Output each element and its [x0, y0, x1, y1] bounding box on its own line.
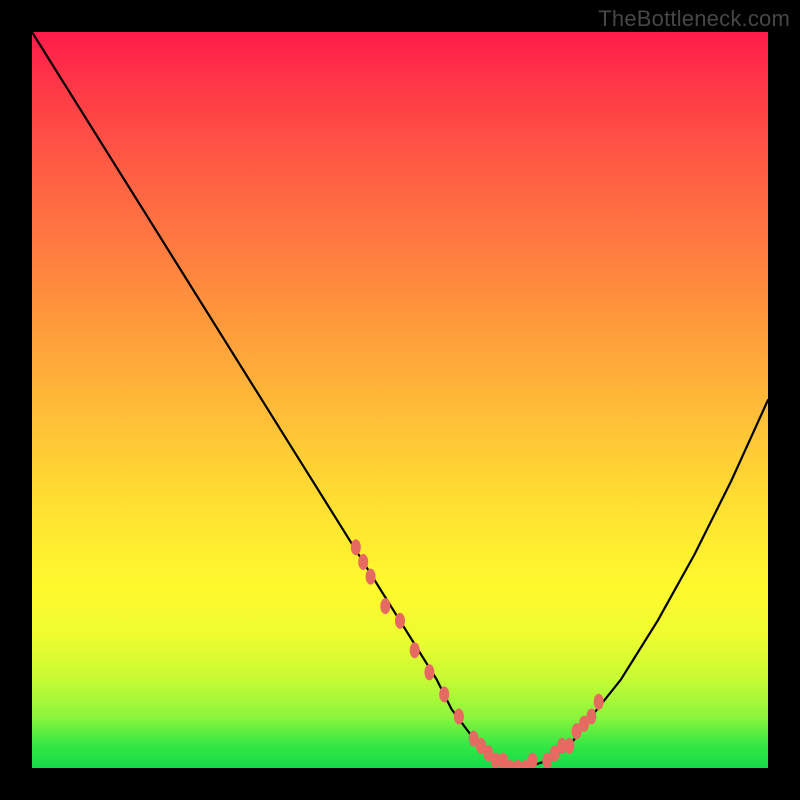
highlight-dots	[351, 539, 604, 768]
curve-svg	[32, 32, 768, 768]
watermark-label: TheBottleneck.com	[598, 6, 790, 32]
highlight-dot	[454, 709, 464, 725]
highlight-dot	[351, 539, 361, 555]
highlight-dot	[410, 642, 420, 658]
highlight-dot	[358, 554, 368, 570]
highlight-dot	[564, 738, 574, 754]
highlight-dot	[366, 569, 376, 585]
highlight-dot	[586, 709, 596, 725]
highlight-dot	[380, 598, 390, 614]
bottleneck-curve	[32, 32, 768, 768]
chart-frame: TheBottleneck.com	[0, 0, 800, 800]
highlight-dot	[395, 613, 405, 629]
highlight-dot	[594, 694, 604, 710]
highlight-dot	[439, 686, 449, 702]
plot-area	[32, 32, 768, 768]
highlight-dot	[424, 664, 434, 680]
highlight-dot	[528, 753, 538, 768]
